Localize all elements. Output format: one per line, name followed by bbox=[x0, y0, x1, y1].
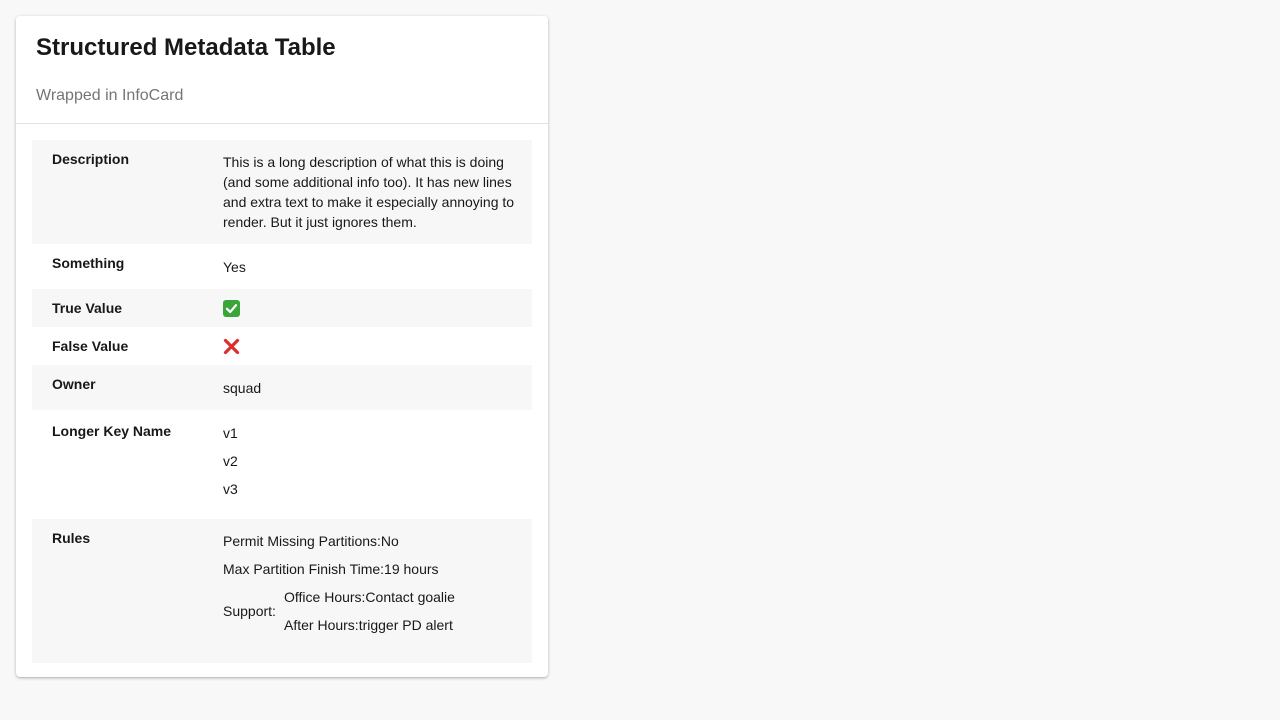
table-row: False Value bbox=[32, 327, 532, 365]
list-item: v1 bbox=[223, 425, 238, 441]
row-value-longer: v1 v2 v3 bbox=[203, 410, 532, 519]
row-key-longer: Longer Key Name bbox=[52, 423, 172, 439]
row-value-something: Yes bbox=[223, 259, 246, 275]
support-list: Office Hours:Contact goalie After Hours:… bbox=[284, 587, 455, 635]
row-key-false-value: False Value bbox=[52, 338, 129, 354]
row-key-rules: Rules bbox=[52, 530, 91, 546]
support-office-hours: Office Hours:Contact goalie bbox=[284, 589, 455, 605]
row-value-owner: squad bbox=[223, 380, 262, 396]
cross-mark-icon bbox=[223, 338, 240, 355]
row-key-something: Something bbox=[52, 255, 125, 271]
table-row: True Value bbox=[32, 289, 532, 327]
table-row: Rules Permit Missing Partitions:No Max P… bbox=[32, 519, 532, 663]
list-item: v2 bbox=[223, 453, 238, 469]
check-mark-icon bbox=[223, 300, 240, 317]
row-value-description: This is a long description of what this … bbox=[223, 154, 515, 230]
table-row: Longer Key Name v1 v2 v3 bbox=[32, 410, 532, 519]
card-header: Structured Metadata Table Wrapped in Inf… bbox=[16, 16, 548, 124]
support-after-hours: After Hours:trigger PD alert bbox=[284, 617, 453, 633]
metadata-table: Description This is a long description o… bbox=[32, 140, 532, 663]
row-value-true-value bbox=[203, 289, 532, 327]
card-subtitle: Wrapped in InfoCard bbox=[36, 87, 184, 104]
row-key-owner: Owner bbox=[52, 376, 96, 392]
table-row: Description This is a long description o… bbox=[32, 140, 532, 244]
card-title: Structured Metadata Table bbox=[36, 34, 336, 61]
row-value-rules: Permit Missing Partitions:No Max Partiti… bbox=[203, 519, 532, 663]
rule-support: Support: Office Hours:Contact goalie Aft… bbox=[223, 587, 520, 635]
table-row: Something Yes bbox=[32, 244, 532, 289]
rule-permit-missing: Permit Missing Partitions:No bbox=[223, 533, 399, 549]
row-value-false-value bbox=[203, 327, 532, 365]
row-key-true-value: True Value bbox=[52, 300, 123, 316]
table-row: Owner squad bbox=[32, 365, 532, 410]
rule-max-finish-time: Max Partition Finish Time:19 hours bbox=[223, 561, 439, 577]
info-card: Structured Metadata Table Wrapped in Inf… bbox=[16, 16, 548, 677]
support-label: Support: bbox=[223, 603, 276, 619]
card-body: Description This is a long description o… bbox=[16, 124, 548, 663]
row-key-description: Description bbox=[52, 151, 130, 167]
list-item: v3 bbox=[223, 481, 238, 497]
